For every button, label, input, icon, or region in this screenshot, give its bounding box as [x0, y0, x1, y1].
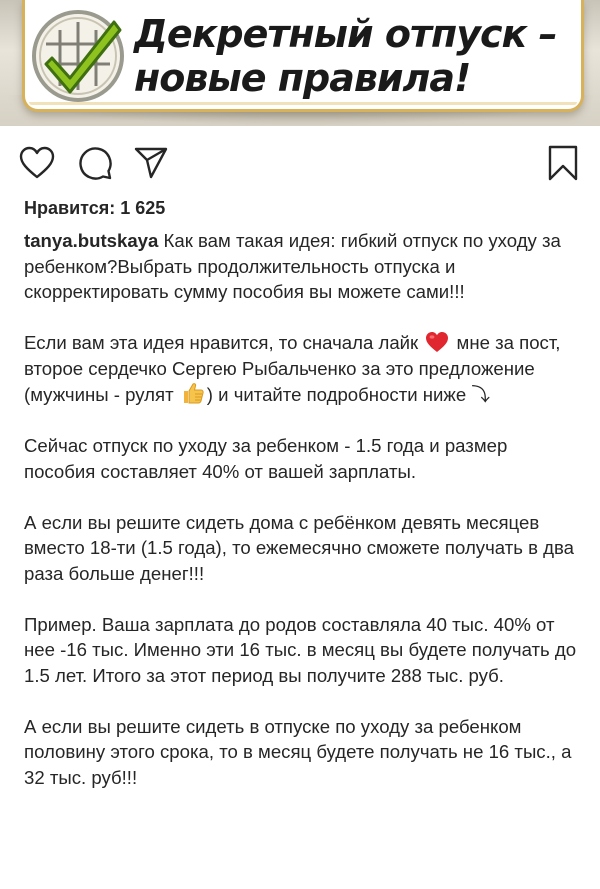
- banner-title-line2: новые правила!: [134, 56, 471, 100]
- heart-icon: [19, 146, 55, 179]
- share-button[interactable]: [131, 140, 171, 186]
- save-button[interactable]: [543, 140, 583, 186]
- caption-paragraph: А если вы решите сидеть в отпуске по ухо…: [24, 715, 572, 788]
- red-heart-emoji-icon: [426, 332, 449, 352]
- caption-paragraph: tanya.butskaya Как вам такая идея: гибки…: [24, 228, 580, 305]
- caption-text: ) и читайте подробности ниже ⤵: [206, 384, 490, 405]
- comment-icon: [79, 147, 112, 180]
- send-icon: [134, 147, 168, 179]
- caption-paragraph: Сейчас отпуск по уходу за ребенком - 1.5…: [24, 435, 508, 482]
- post-actions: [0, 140, 600, 186]
- post-image[interactable]: Декретный отпуск – новые правила!: [0, 0, 600, 126]
- bookmark-icon: [548, 145, 578, 181]
- thumbs-up-emoji-icon: [183, 383, 204, 404]
- post-caption: tanya.butskaya Как вам такая идея: гибки…: [24, 228, 580, 816]
- banner-title: Декретный отпуск – новые правила!: [134, 12, 574, 100]
- caption-paragraph: А если вы решите сидеть дома с ребёнком …: [24, 511, 574, 584]
- username-link[interactable]: tanya.butskaya: [24, 230, 158, 251]
- caption-paragraph: Пример. Ваша зарплата до родов составлял…: [24, 613, 577, 686]
- banner-title-line1: Декретный отпуск –: [134, 12, 558, 56]
- checkmark-logo-icon: [32, 10, 124, 102]
- caption-text: Если вам эта идея нравится, то сначала л…: [24, 332, 419, 353]
- caption-paragraph: Если вам эта идея нравится, то сначала л…: [24, 330, 580, 408]
- likes-count[interactable]: Нравится: 1 625: [24, 198, 165, 219]
- like-button[interactable]: [17, 140, 57, 186]
- comment-button[interactable]: [75, 140, 115, 186]
